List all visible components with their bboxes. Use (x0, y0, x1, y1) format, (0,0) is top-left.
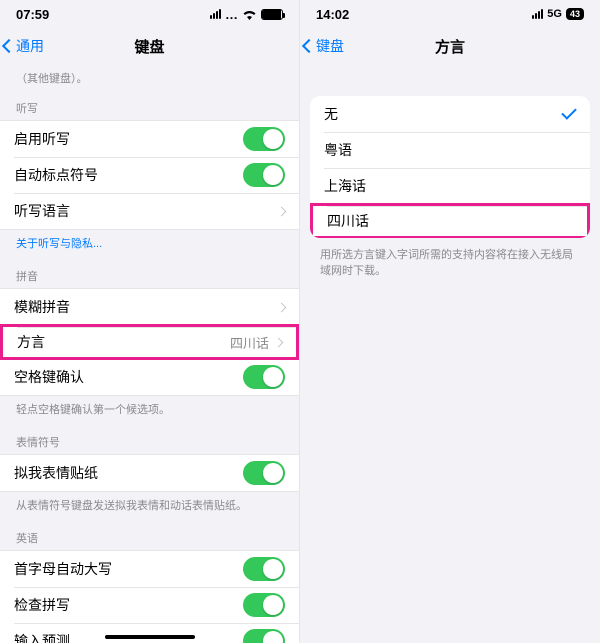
toggle-on[interactable] (243, 365, 285, 389)
back-label: 通用 (16, 36, 44, 56)
page-title: 方言 (435, 36, 465, 57)
chevron-right-icon (277, 302, 287, 312)
cellular-icon (532, 9, 543, 19)
wifi-icon: … (225, 7, 238, 22)
dictation-privacy-link[interactable]: 关于听写与隐私... (0, 230, 299, 256)
row-label: 空格键确认 (14, 367, 84, 387)
group-header-english: 英语 (0, 518, 299, 550)
page-title: 键盘 (134, 36, 164, 57)
option-label: 上海话 (324, 176, 366, 196)
nav-bar: 通用 键盘 (0, 28, 299, 64)
back-button[interactable]: 通用 (4, 36, 44, 56)
emoji-footer: 从表情符号键盘发送拟我表情和动话表情贴纸。 (0, 492, 299, 518)
row-label: 拟我表情贴纸 (14, 463, 98, 483)
dialect-content: 无 粤语 上海话 四川话 用所选方言键入字词所需的支持内容将在接入无线局域网时下… (300, 64, 600, 643)
row-dialect[interactable]: 方言 四川话 (0, 324, 299, 360)
dialect-footer: 用所选方言键入字词所需的支持内容将在接入无线局域网时下载。 (300, 238, 600, 286)
toggle-on[interactable] (243, 593, 285, 617)
option-cantonese[interactable]: 粤语 (310, 132, 590, 168)
back-label: 键盘 (316, 36, 344, 56)
row-predictive[interactable]: 输入预测 (0, 623, 299, 643)
toggle-on[interactable] (243, 557, 285, 581)
status-time: 07:59 (16, 7, 49, 22)
other-keyboards-note: （其他键盘）。 (0, 64, 299, 88)
row-label: 启用听写 (14, 129, 70, 149)
status-bar: 07:59 … (0, 0, 299, 28)
status-right: 5G 43 (532, 8, 584, 20)
row-dictation-languages[interactable]: 听写语言 (0, 193, 299, 229)
home-indicator[interactable] (105, 635, 195, 639)
row-label: 自动标点符号 (14, 165, 98, 185)
row-value: 四川话 (230, 333, 269, 352)
checkmark-icon (561, 104, 577, 120)
chevron-right-icon (274, 337, 284, 347)
status-bar: 14:02 5G 43 (300, 0, 600, 28)
toggle-on[interactable] (243, 163, 285, 187)
dialect-settings-screen: 14:02 5G 43 键盘 方言 无 粤语 上海话 四川话 (300, 0, 600, 643)
cellular-icon (210, 9, 221, 19)
row-label: 听写语言 (14, 201, 70, 221)
back-button[interactable]: 键盘 (304, 36, 344, 56)
row-label: 方言 (17, 332, 45, 352)
toggle-on[interactable] (243, 127, 285, 151)
option-sichuanese[interactable]: 四川话 (310, 203, 590, 238)
battery-icon: 43 (566, 8, 584, 20)
group-header-emoji: 表情符号 (0, 422, 299, 454)
chevron-left-icon (302, 39, 316, 53)
battery-icon (261, 9, 283, 20)
row-space-confirm[interactable]: 空格键确认 (0, 359, 299, 395)
row-label: 首字母自动大写 (14, 559, 112, 579)
status-right: … (210, 7, 283, 22)
row-enable-dictation[interactable]: 启用听写 (0, 121, 299, 157)
group-header-dictation: 听写 (0, 88, 299, 120)
option-shanghainese[interactable]: 上海话 (310, 168, 590, 204)
row-check-spelling[interactable]: 检查拼写 (0, 587, 299, 623)
option-label: 四川话 (327, 211, 369, 231)
keyboard-settings-screen: 07:59 … 通用 键盘 （其他键盘）。 听写 启用听写 自动标点符号 (0, 0, 300, 643)
chevron-right-icon (277, 206, 287, 216)
nav-bar: 键盘 方言 (300, 28, 600, 64)
row-label: 输入预测 (14, 631, 70, 643)
row-memoji-stickers[interactable]: 拟我表情贴纸 (0, 455, 299, 491)
row-label: 模糊拼音 (14, 297, 70, 317)
toggle-on[interactable] (243, 629, 285, 643)
chevron-left-icon (2, 39, 16, 53)
network-type: 5G (547, 8, 562, 20)
space-confirm-footer: 轻点空格键确认第一个候选项。 (0, 396, 299, 422)
row-auto-capitalize[interactable]: 首字母自动大写 (0, 551, 299, 587)
row-auto-punctuation[interactable]: 自动标点符号 (0, 157, 299, 193)
status-time: 14:02 (316, 7, 349, 22)
group-header-pinyin: 拼音 (0, 256, 299, 288)
toggle-on[interactable] (243, 461, 285, 485)
row-fuzzy-pinyin[interactable]: 模糊拼音 (0, 289, 299, 325)
option-label: 粤语 (324, 140, 352, 160)
wifi-icon (242, 9, 257, 20)
settings-content: （其他键盘）。 听写 启用听写 自动标点符号 听写语言 关于听写与隐私... 拼… (0, 64, 299, 643)
option-none[interactable]: 无 (310, 96, 590, 132)
row-label: 检查拼写 (14, 595, 70, 615)
option-label: 无 (324, 104, 338, 124)
